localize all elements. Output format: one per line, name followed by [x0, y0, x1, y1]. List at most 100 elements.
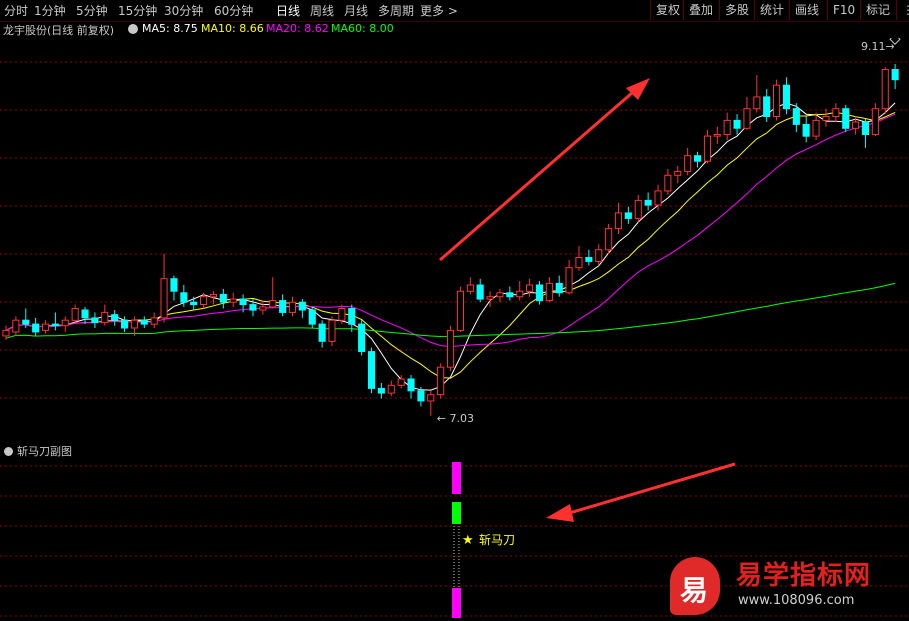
candle-body — [71, 308, 79, 321]
tab-5[interactable]: 60分钟 — [214, 2, 253, 19]
candle — [348, 304, 356, 332]
candle — [644, 192, 652, 211]
sub-chart-header: 斩马刀副图 — [4, 443, 72, 459]
candle-body — [2, 329, 10, 337]
stock-title[interactable]: 龙宇股份(日线 前复权) — [3, 22, 114, 38]
toolbar-button-2[interactable]: 多股 — [719, 0, 749, 20]
candle-body — [427, 394, 435, 402]
candle-body — [12, 319, 20, 333]
high-price-label: 9.11→ — [861, 40, 895, 53]
candle-body — [595, 249, 603, 262]
settings-icon[interactable] — [128, 24, 138, 34]
signal-label: 斩马刀 — [479, 533, 515, 547]
candle — [259, 300, 267, 315]
candle-body — [733, 119, 741, 129]
candle — [61, 316, 69, 332]
candle-body — [852, 121, 860, 129]
candle — [91, 312, 99, 329]
candle — [891, 64, 899, 90]
tab-9[interactable]: 多周期 — [378, 2, 414, 19]
candle-body — [832, 108, 840, 117]
main-kline-chart[interactable]: ← 7.03 9.11→ — [0, 38, 909, 438]
tab-6[interactable]: 日线 — [276, 2, 300, 19]
candle — [190, 296, 198, 311]
star-icon: ★ — [462, 533, 474, 548]
candle — [614, 202, 623, 235]
candle-body — [249, 304, 257, 311]
candle-body — [605, 228, 613, 251]
settings-icon[interactable] — [4, 447, 13, 456]
candle — [279, 294, 287, 317]
candle — [743, 96, 751, 130]
candle-body — [792, 108, 800, 125]
candle-body — [338, 308, 346, 321]
candle — [387, 380, 395, 397]
candle — [377, 382, 385, 399]
candle — [368, 347, 376, 394]
candle — [535, 281, 544, 305]
candle-body — [101, 311, 109, 324]
toolbar-button-5[interactable]: F10 — [827, 0, 855, 20]
candle-body — [516, 290, 524, 298]
candle — [516, 281, 524, 301]
candle — [526, 278, 534, 297]
candle-body — [782, 84, 791, 110]
candle — [466, 277, 474, 295]
candle-body — [407, 378, 415, 392]
candle — [763, 89, 771, 122]
candle-body — [170, 278, 178, 292]
ellipsis-icon[interactable]: ⋮ — [896, 0, 909, 20]
candle — [565, 259, 573, 295]
candle-body — [861, 121, 870, 135]
candle — [773, 79, 781, 121]
toolbar-button-3[interactable]: 统计 — [754, 0, 784, 20]
signal-bar-pink — [452, 588, 461, 618]
candle — [170, 275, 178, 301]
candle-body — [180, 292, 188, 303]
candle-body — [614, 212, 623, 230]
candle-body — [585, 257, 593, 262]
candle-body — [456, 290, 464, 331]
tab-8[interactable]: 月线 — [344, 2, 368, 19]
candle — [486, 291, 494, 307]
candle-body — [22, 319, 30, 325]
candle-body — [654, 190, 662, 206]
candle-body — [150, 317, 158, 325]
candle-body — [417, 390, 425, 402]
candle — [476, 278, 484, 303]
candle-body — [881, 69, 889, 110]
tab-4[interactable]: 30分钟 — [164, 2, 203, 19]
candle-body — [51, 323, 59, 327]
candle-body — [239, 298, 247, 306]
candle — [288, 296, 296, 317]
candle-body — [842, 108, 850, 129]
toolbar-button-6[interactable]: 标记 — [860, 0, 890, 20]
signal-bar-green — [452, 502, 461, 524]
candle-body — [209, 293, 217, 298]
candle — [447, 325, 455, 372]
tab-3[interactable]: 15分钟 — [118, 2, 157, 19]
toolbar-button-1[interactable]: 叠加 — [683, 0, 713, 20]
candle-body — [674, 170, 682, 176]
toolbar-button-0[interactable]: 复权 — [650, 0, 680, 20]
candle — [575, 245, 583, 271]
candle — [358, 320, 366, 356]
candle — [802, 116, 810, 143]
candle-body — [387, 384, 395, 394]
candle-body — [466, 284, 474, 292]
logo-char: 易 — [680, 574, 709, 607]
toolbar-button-4[interactable]: 画线 — [789, 0, 819, 20]
candle — [456, 286, 464, 332]
candle — [634, 194, 642, 223]
candle — [407, 375, 415, 399]
tab-7[interactable]: 周线 — [310, 2, 334, 19]
tab-2[interactable]: 5分钟 — [76, 2, 108, 19]
candle-body — [130, 319, 138, 329]
candle — [861, 118, 870, 148]
tab-10[interactable]: 更多 > — [420, 2, 458, 19]
candle-body — [32, 323, 40, 333]
candle-body — [476, 284, 484, 300]
tab-1[interactable]: 1分钟 — [34, 2, 66, 19]
candle-body — [318, 323, 326, 342]
tab-0[interactable]: 分时 — [4, 2, 28, 19]
